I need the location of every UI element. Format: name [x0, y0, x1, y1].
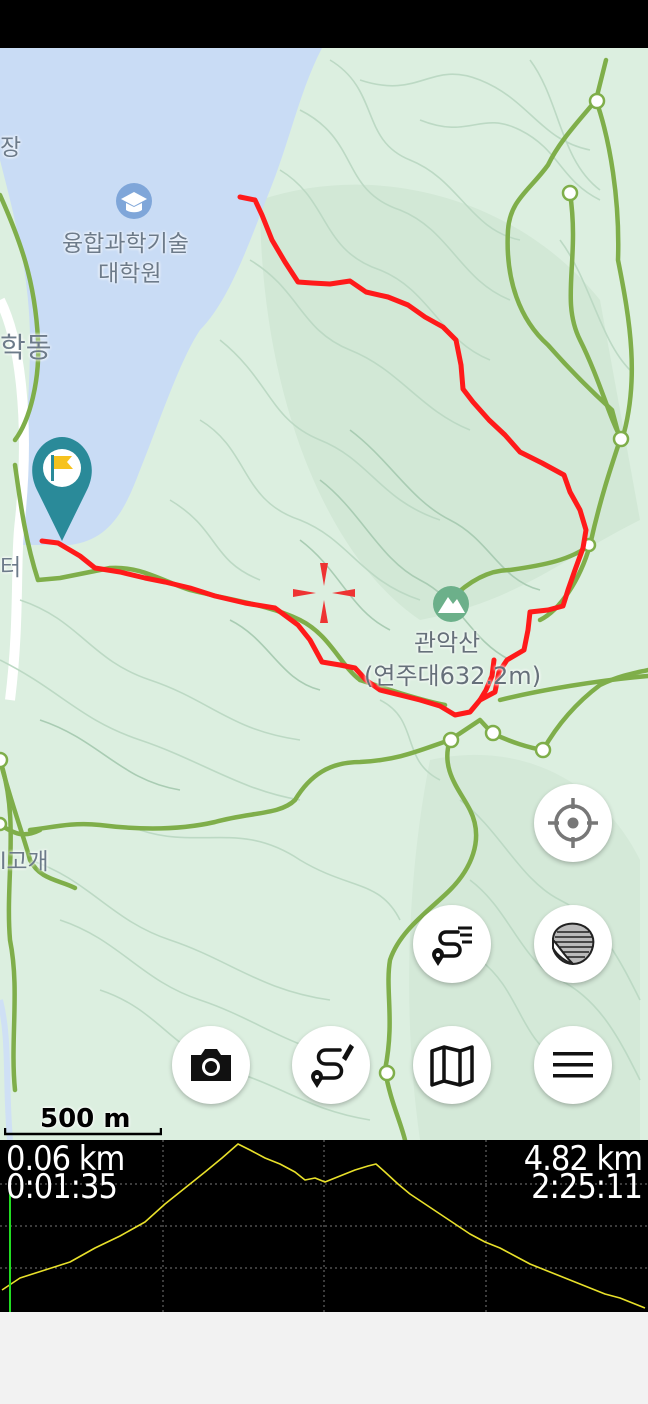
layers-icon [552, 922, 595, 966]
camera-button[interactable] [172, 1026, 250, 1104]
map-layers-button[interactable] [534, 905, 612, 983]
map-label-left-1: 장 [0, 135, 22, 161]
scale-label: 500 m [40, 1104, 131, 1134]
elevation-profile[interactable]: 0.06 km 0:01:35 4.82 km 2:25:11 [0, 1140, 648, 1312]
map-icon [430, 1045, 474, 1087]
maps-button[interactable] [413, 1026, 491, 1104]
route-list-icon [432, 926, 472, 966]
bottom-area [0, 1312, 648, 1404]
map-label-peak-detail: (연주대632.2m) [364, 662, 542, 690]
map-label-institute-2: 대학원 [98, 261, 162, 287]
map-label-left-4: l고개 [0, 849, 49, 875]
map-label-institute-1: 융합과학기술 [62, 231, 189, 257]
my-location-icon [548, 798, 598, 848]
draw-route-icon [311, 1044, 354, 1088]
draw-route-button[interactable] [292, 1026, 370, 1104]
route-list-button[interactable] [413, 905, 491, 983]
current-time: 0:01:35 [6, 1167, 118, 1207]
camera-icon [191, 1049, 231, 1081]
map-label-left-2: 학동 [0, 331, 52, 364]
menu-button[interactable] [534, 1026, 612, 1104]
menu-icon [553, 1052, 593, 1078]
total-time: 2:25:11 [531, 1167, 643, 1207]
status-bar [0, 0, 648, 48]
mountain-poi-icon [433, 586, 469, 622]
map-label-left-3: 터 [0, 555, 22, 581]
my-location-button[interactable] [534, 784, 612, 862]
education-poi-icon [116, 183, 152, 219]
map-label-peak-name: 관악산 [414, 629, 481, 657]
